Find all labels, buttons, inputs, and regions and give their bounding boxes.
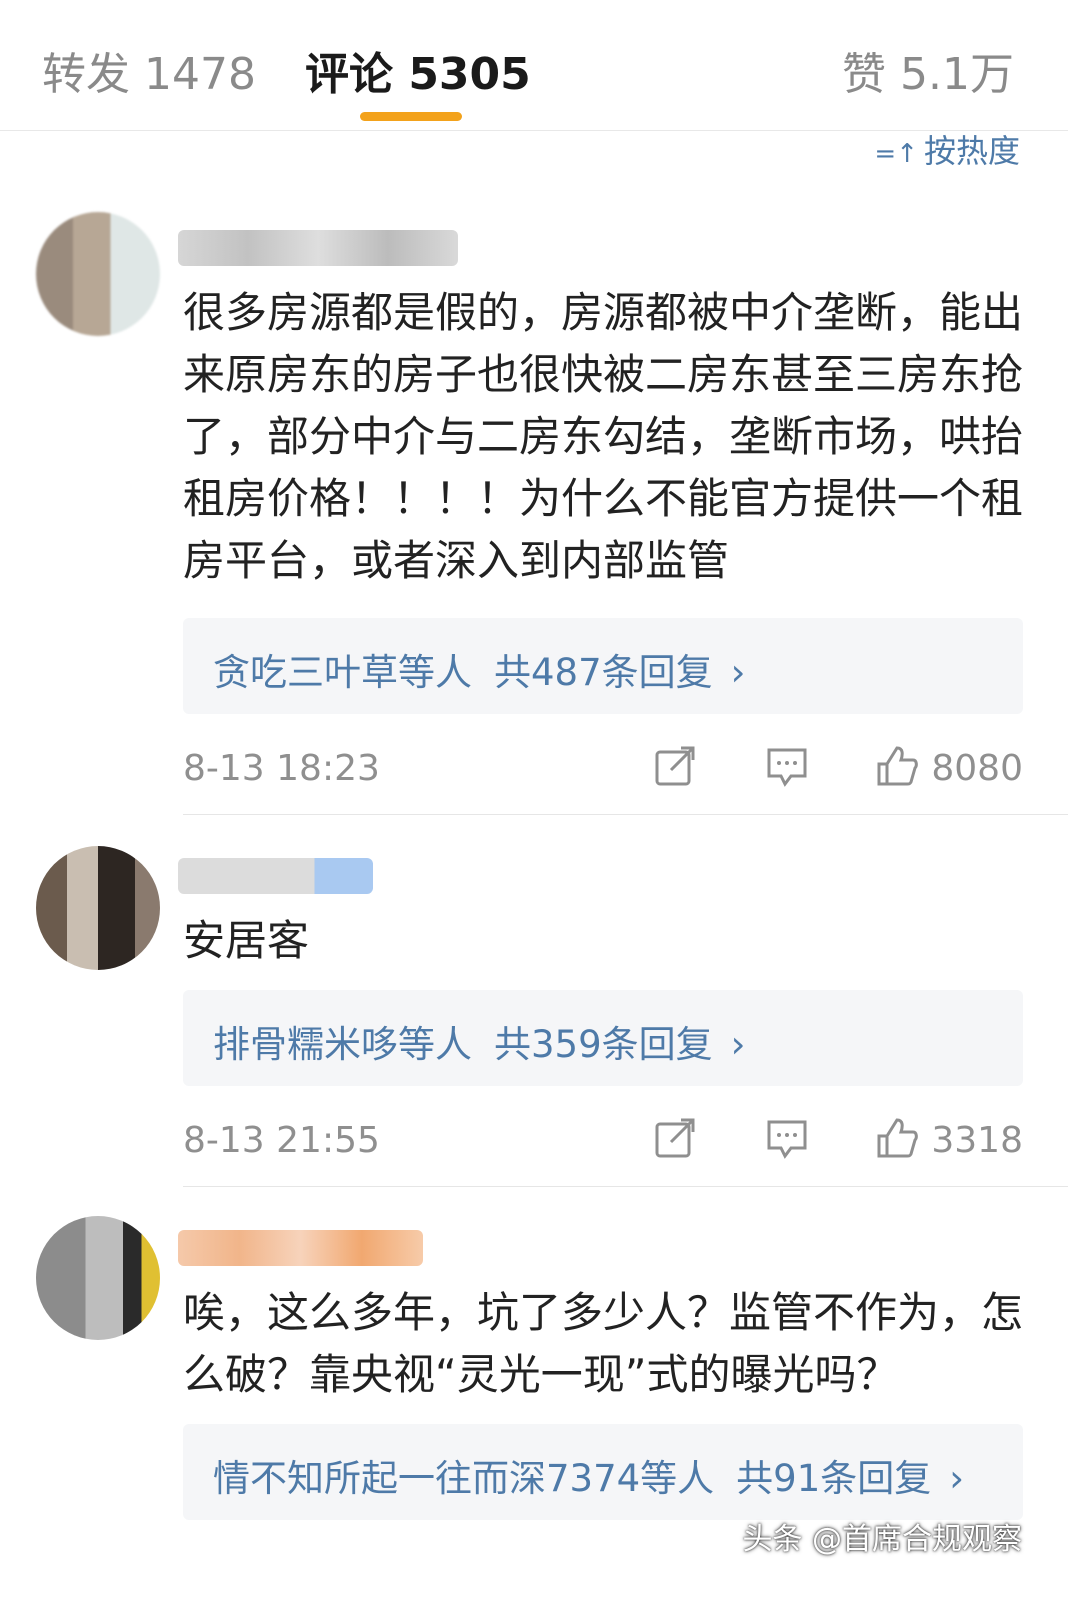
comment-text: 唉，这么多年，坑了多少人？监管不作为，怎么破？靠央视“灵光一现”式的曝光吗？ [183, 1288, 1024, 1399]
replies-preview[interactable]: 贪吃三叶草等人 共487条回复 › [183, 618, 1023, 714]
replies-count: 共91条回复 [736, 1457, 932, 1500]
username-blurred[interactable] [178, 230, 458, 266]
avatar[interactable] [36, 212, 160, 336]
replies-count: 共359条回复 [494, 1023, 713, 1066]
replies-from: 情不知所起一往而深7374等人 [213, 1457, 715, 1500]
share-icon[interactable] [653, 1116, 697, 1160]
sort-label: 按热度 [923, 132, 1020, 170]
avatar[interactable] [36, 1216, 160, 1340]
tab-repost[interactable]: 转发 1478 [42, 38, 256, 102]
comment-text: 安居客 [183, 916, 310, 965]
replies-count: 共487条回复 [494, 651, 713, 694]
chevron-right-icon: › [949, 1457, 965, 1500]
replies-from: 贪吃三叶草等人 [213, 651, 472, 694]
comment-text: 很多房源都是假的，房源都被中介垄断，能出来原房东的房子也很快被二房东甚至三房东抢… [183, 288, 1024, 585]
active-tab-indicator [360, 112, 462, 121]
comment-meta: 8-13 21:55 3318 [183, 1116, 1023, 1166]
thumbs-up-icon[interactable] [875, 1116, 919, 1160]
chevron-right-icon: › [730, 1023, 746, 1066]
comment-tabs: 转发 1478 评论 5305 赞 5.1万 [0, 0, 1068, 131]
replies-preview[interactable]: 情不知所起一往而深7374等人 共91条回复 › [183, 1424, 1023, 1520]
sort-icon: =↑ [874, 139, 918, 169]
comment-divider [183, 1186, 1068, 1187]
replies-preview[interactable]: 排骨糯米哆等人 共359条回复 › [183, 990, 1023, 1086]
replies-from: 排骨糯米哆等人 [213, 1023, 472, 1066]
reply-icon[interactable] [765, 1116, 809, 1160]
share-icon[interactable] [653, 744, 697, 788]
reply-icon[interactable] [765, 744, 809, 788]
thumbs-up-icon[interactable] [875, 744, 919, 788]
tab-comment[interactable]: 评论 5305 [305, 38, 531, 102]
comment-time: 8-13 18:23 [183, 748, 380, 789]
comment-divider [183, 814, 1068, 815]
avatar[interactable] [36, 846, 160, 970]
comment-meta: 8-13 18:23 8080 [183, 744, 1023, 794]
like-count: 3318 [931, 1120, 1023, 1161]
sort-by-hot-button[interactable]: =↑ 按热度 [874, 126, 1020, 172]
username-blurred[interactable] [178, 1230, 423, 1266]
watermark: 头条 @首席合规观察 [742, 1522, 1022, 1557]
chevron-right-icon: › [730, 651, 746, 694]
tab-like[interactable]: 赞 5.1万 [842, 38, 1014, 102]
like-count: 8080 [931, 748, 1023, 789]
comment-time: 8-13 21:55 [183, 1120, 380, 1161]
username-blurred[interactable] [178, 858, 373, 894]
